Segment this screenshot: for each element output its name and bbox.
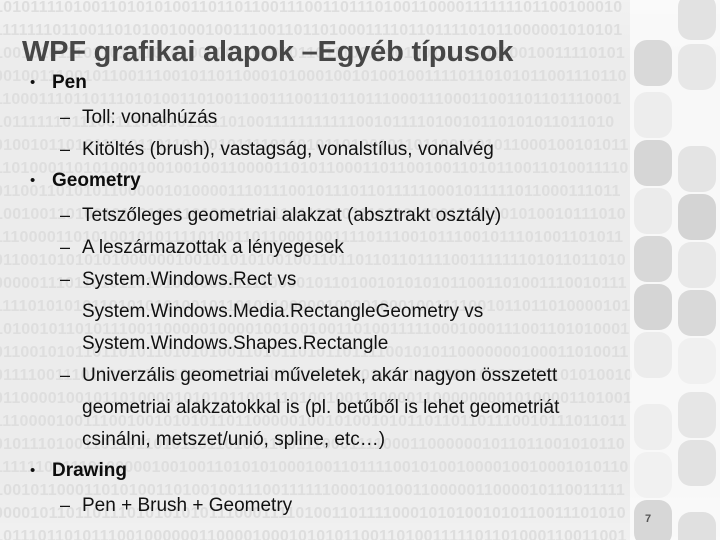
bullet-item-level1: • Geometry bbox=[22, 168, 662, 200]
bullet-text: System.Windows.Rect vs bbox=[82, 269, 297, 290]
bullet-item-level2: – Tetszőleges geometriai alakzat (absztra… bbox=[22, 202, 662, 234]
bullet-text: Kitöltés (brush), vastagság, vonalstílus… bbox=[82, 139, 494, 160]
page-title: WPF grafikai alapok –Egyéb típusok bbox=[22, 36, 514, 69]
bullet-text: System.Windows.Shapes.Rectangle bbox=[82, 333, 389, 354]
bullet-text: Tetszőleges geometriai alakzat (absztrak… bbox=[82, 205, 502, 226]
bullet-text: Pen bbox=[52, 72, 87, 93]
bullet-dash-icon: – bbox=[60, 205, 71, 225]
bullet-item-level2: – Pen + Brush + Geometry bbox=[22, 492, 662, 524]
bullet-dot-icon: • bbox=[30, 462, 36, 479]
bullet-item-level2: – A leszármazottak a lényegesek bbox=[22, 234, 662, 266]
bullet-item-level2: System.Windows.Shapes.Rectangle bbox=[22, 330, 662, 362]
bullet-dot-icon: • bbox=[30, 172, 36, 189]
bullet-text: csinálni, metszet/unió, spline, etc…) bbox=[82, 429, 386, 450]
bullet-text: Univerzális geometriai műveletek, akár n… bbox=[82, 365, 558, 386]
bullet-dash-icon: – bbox=[60, 365, 71, 385]
bullet-dash-icon: – bbox=[60, 495, 71, 515]
bullet-list: • Pen – Toll: vonalhúzás – Kitöltés (brush), … bbox=[22, 70, 662, 524]
bullet-item-level2: csinálni, metszet/unió, spline, etc…) bbox=[22, 426, 662, 458]
bullet-text: System.Windows.Media.RectangleGeometry v… bbox=[82, 301, 484, 322]
bullet-text: A leszármazottak a lényegesek bbox=[82, 237, 344, 258]
bullet-dot-icon: • bbox=[30, 74, 36, 91]
bullet-item-level2: geometriai alakzatokkal is (pl. betűből … bbox=[22, 394, 662, 426]
bullet-item-level1: • Drawing bbox=[22, 458, 662, 490]
bullet-dash-icon: – bbox=[60, 107, 71, 127]
bullet-text: Toll: vonalhúzás bbox=[82, 107, 218, 128]
bullet-dash-icon: – bbox=[60, 139, 71, 159]
binary-pattern-row: 1011101101011100100000011000010001010101… bbox=[0, 528, 627, 540]
bullet-text: geometriai alakzatokkal is (pl. betűből … bbox=[82, 397, 560, 418]
bullet-item-level2: – Univerzális geometriai műveletek, akár … bbox=[22, 362, 662, 394]
bullet-dash-icon: – bbox=[60, 237, 71, 257]
bullet-text: Drawing bbox=[52, 460, 127, 481]
page-number: 7 bbox=[645, 513, 652, 525]
binary-pattern-row: 1010111101001101010100110110110011100110… bbox=[0, 0, 623, 16]
bullet-item-level1: • Pen bbox=[22, 70, 662, 102]
slide-canvas: 1010111101001101010100110110110011100110… bbox=[0, 0, 720, 540]
bullet-text: Geometry bbox=[52, 170, 141, 191]
bullet-item-level2: – System.Windows.Rect vs bbox=[22, 266, 662, 298]
bullet-item-level2: – Toll: vonalhúzás bbox=[22, 104, 662, 136]
bullet-item-level2: System.Windows.Media.RectangleGeometry v… bbox=[22, 298, 662, 330]
bullet-text: Pen + Brush + Geometry bbox=[82, 495, 293, 516]
bullet-dash-icon: – bbox=[60, 269, 71, 289]
bullet-item-level2: – Kitöltés (brush), vastagság, vonalstílu… bbox=[22, 136, 662, 168]
